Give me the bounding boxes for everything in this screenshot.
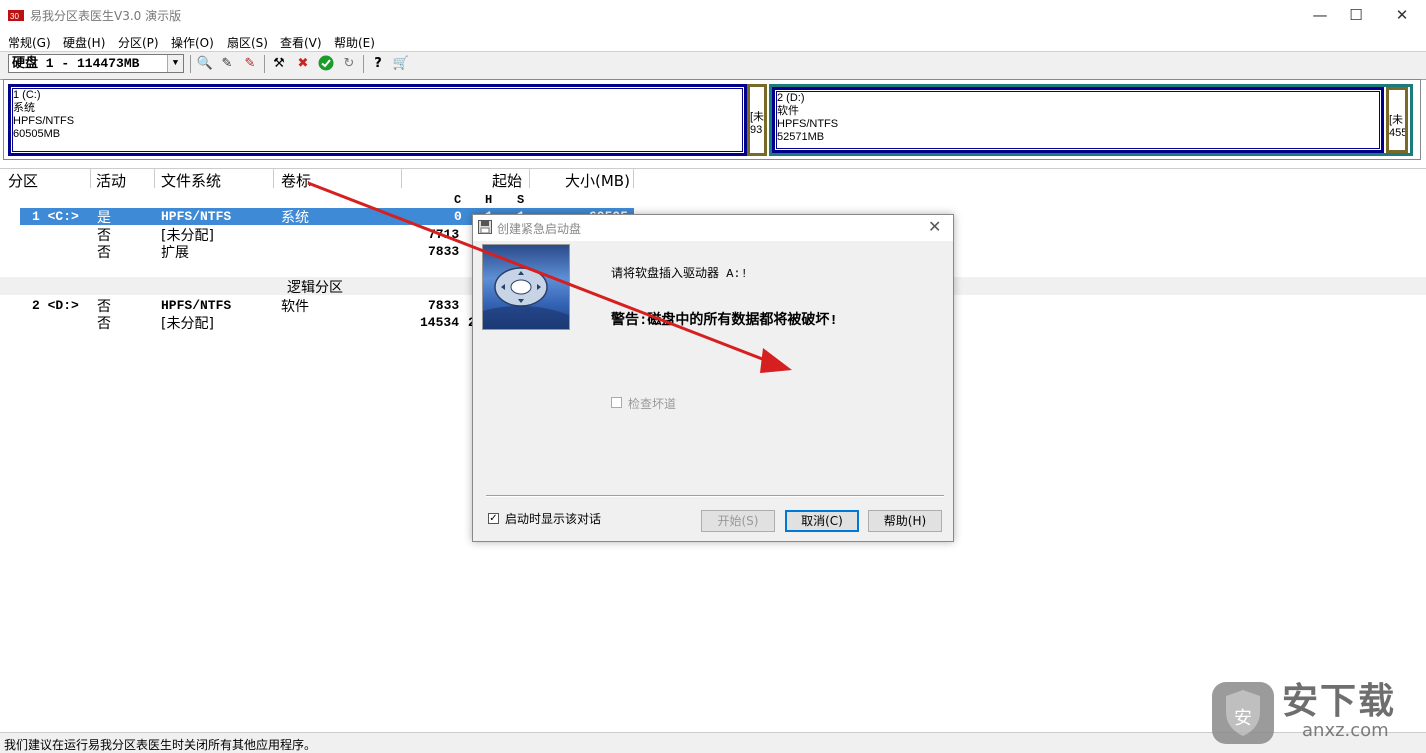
row-filesystem: HPFS/NTFS — [161, 298, 232, 313]
row-filesystem: HPFS/NTFS — [161, 209, 232, 224]
edit-icon[interactable]: ✎ — [218, 55, 236, 73]
row-c: 7833 — [428, 244, 460, 259]
partition-c-label: 系统 — [13, 102, 35, 114]
partition-c-fs: HPFS/NTFS — [13, 115, 75, 127]
tools-icon[interactable]: ⚒ — [270, 55, 288, 73]
window-title: 易我分区表医生V3.0 演示版 — [30, 9, 182, 23]
watermark-title: 安下载 — [1282, 681, 1397, 722]
menu-general[interactable]: 常规(G) — [8, 34, 51, 51]
chs-h-label: H — [485, 193, 493, 207]
partition-d-size: 52571MB — [777, 131, 825, 143]
row-active: 否 — [97, 245, 111, 261]
toolbar-separator — [264, 55, 265, 73]
unallocated-1-label: [未 — [750, 111, 764, 123]
dialog-title: 创建紧急启动盘 — [497, 222, 582, 236]
watermark-logo: 安 安下载 anxz.com — [1210, 668, 1420, 746]
disk-select-value: 硬盘 1 - 114473MB — [12, 56, 140, 71]
partition-d-id: 2 (D:) — [777, 92, 805, 104]
col-active[interactable]: 活动 — [96, 170, 126, 191]
chevron-down-icon[interactable]: ▼ — [167, 55, 183, 72]
edit-alt-icon[interactable]: ✎ — [241, 55, 259, 73]
column-separator[interactable] — [273, 169, 274, 188]
row-c: 14534 — [420, 315, 460, 330]
insert-disk-message: 请将软盘插入驱动器 A:! — [611, 267, 748, 281]
column-separator[interactable] — [401, 169, 402, 188]
row-c: 7713 — [428, 227, 460, 242]
col-size[interactable]: 大小(MB) — [565, 170, 630, 191]
watermark-badge: 安 — [1234, 708, 1252, 729]
row-label: 软件 — [281, 299, 309, 315]
column-separator[interactable] — [154, 169, 155, 188]
check-icon[interactable] — [317, 55, 335, 73]
help-icon[interactable]: ? — [369, 55, 387, 73]
show-on-start-label: 启动时显示该对话 — [505, 512, 602, 526]
svg-text:30: 30 — [10, 12, 19, 21]
column-separator[interactable] — [633, 169, 634, 188]
check-bad-sectors-label: 检查坏道 — [628, 397, 677, 411]
logical-section-title: 逻辑分区 — [287, 280, 343, 296]
unallocated-2-size: 455 — [1389, 127, 1405, 139]
menu-disk[interactable]: 硬盘(H) — [63, 34, 105, 51]
refresh-icon[interactable]: ↻ — [340, 55, 358, 73]
col-start[interactable]: 起始 — [492, 170, 522, 191]
maximize-button[interactable]: ☐ — [1333, 0, 1379, 31]
col-filesystem[interactable]: 文件系统 — [161, 170, 221, 191]
partition-d-fs: HPFS/NTFS — [777, 118, 839, 130]
col-partition[interactable]: 分区 — [8, 170, 38, 191]
data-loss-warning: 警告:磁盘中的所有数据都将被破坏! — [611, 313, 838, 329]
cancel-button[interactable]: 取消(C) — [785, 510, 859, 532]
row-active: 是 — [97, 210, 111, 226]
unallocated-2-label: [未 — [1389, 114, 1404, 126]
status-text: 我们建议在运行易我分区表医生时关闭所有其他应用程序。 — [4, 738, 317, 752]
chs-c-label: C — [454, 193, 462, 207]
chs-s-label: S — [517, 193, 525, 207]
partition-block-c[interactable]: 1 (C:) 系统 HPFS/NTFS 60505MB — [8, 84, 747, 156]
unallocated-1-size: 93 — [750, 124, 763, 136]
unallocated-block-2[interactable]: [未 455 — [1386, 87, 1408, 153]
floppy-icon — [478, 220, 492, 234]
row-partition: 1 <C:> — [32, 209, 79, 224]
row-label: 系统 — [281, 210, 309, 226]
search-disk-icon[interactable]: 🔍 — [196, 55, 214, 73]
help-button[interactable]: 帮助(H) — [868, 510, 942, 532]
app-logo-icon: 30 — [8, 10, 24, 21]
close-button[interactable]: ✕ — [1379, 0, 1425, 31]
check-bad-sectors-checkbox[interactable] — [611, 397, 622, 408]
watermark-url: anxz.com — [1302, 720, 1389, 741]
toolbar-separator — [190, 55, 191, 73]
menu-view[interactable]: 查看(V) — [280, 34, 322, 51]
start-button[interactable]: 开始(S) — [701, 510, 775, 532]
disk-select[interactable]: 硬盘 1 - 114473MB ▼ — [8, 54, 184, 73]
row-partition: 2 <D:> — [32, 298, 79, 313]
row-filesystem: 扩展 — [161, 245, 189, 261]
dialog-divider — [486, 495, 944, 497]
extended-partition-block[interactable]: 2 (D:) 软件 HPFS/NTFS 52571MB [未 455 — [769, 84, 1413, 156]
row-c: 0 — [454, 209, 462, 224]
disk-drive-icon — [483, 267, 569, 329]
unallocated-block-1[interactable]: [未 93 — [747, 84, 767, 156]
column-separator[interactable] — [529, 169, 530, 188]
col-label[interactable]: 卷标 — [281, 170, 311, 191]
dialog-close-button[interactable]: ✕ — [928, 217, 941, 236]
partition-c-size: 60505MB — [13, 128, 61, 140]
menu-sector[interactable]: 扇区(S) — [227, 34, 268, 51]
row-c: 7833 — [428, 298, 460, 313]
menu-partition[interactable]: 分区(P) — [118, 34, 159, 51]
title-bar — [0, 0, 1426, 31]
partition-block-d[interactable]: 2 (D:) 软件 HPFS/NTFS 52571MB — [772, 87, 1384, 153]
cart-icon[interactable]: 🛒 — [392, 55, 410, 73]
delete-icon[interactable]: ✖ — [294, 55, 312, 73]
menu-operation[interactable]: 操作(O) — [171, 34, 214, 51]
show-on-start-checkbox[interactable]: ✓ — [488, 513, 499, 524]
menu-help[interactable]: 帮助(E) — [334, 34, 375, 51]
column-separator[interactable] — [90, 169, 91, 188]
dialog-illustration — [482, 244, 570, 330]
row-filesystem: [未分配] — [161, 316, 214, 332]
partition-c-id: 1 (C:) — [13, 89, 41, 101]
row-active: 否 — [97, 316, 111, 332]
toolbar-separator — [363, 55, 364, 73]
partition-d-label: 软件 — [777, 105, 799, 117]
